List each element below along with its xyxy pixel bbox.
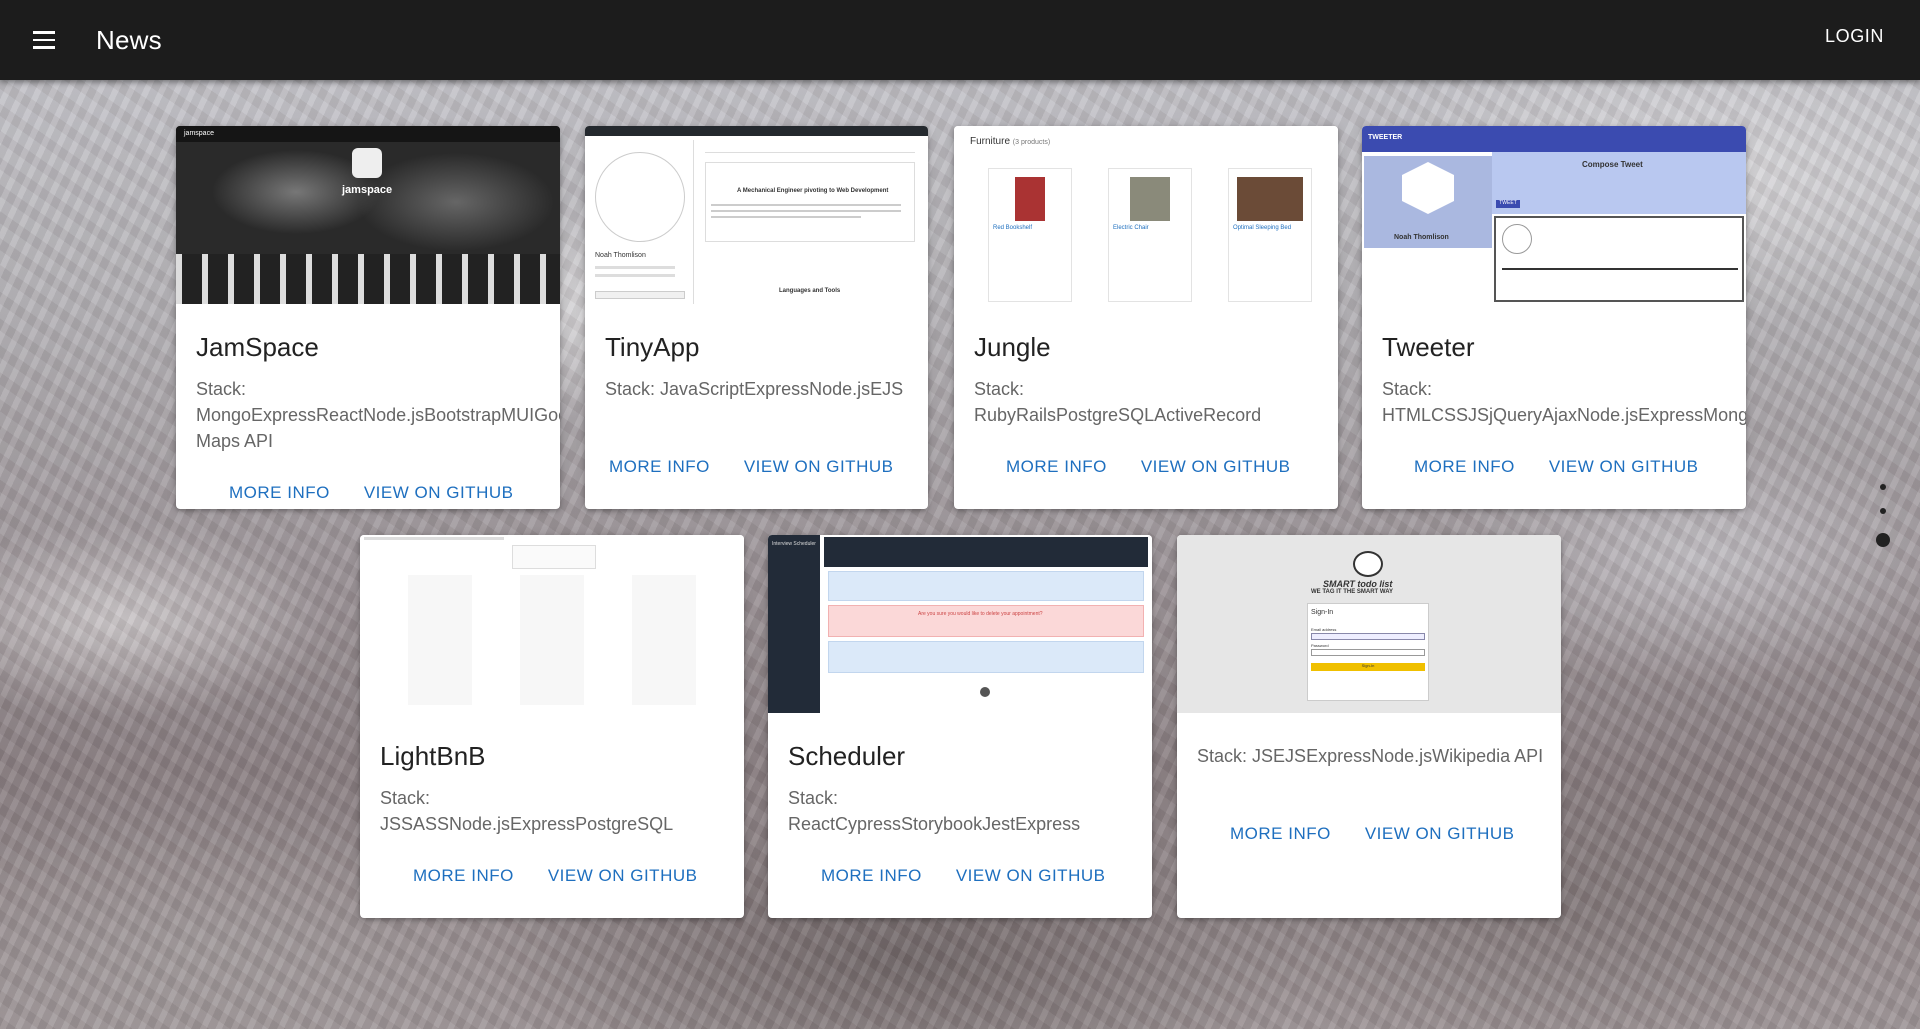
preview-header: Furniture (3 products): [970, 136, 1051, 147]
view-on-github-button[interactable]: VIEW ON GITHUB: [1129, 451, 1303, 483]
card-stack-value: JSEJSExpressNode.jsWikipedia API: [1252, 746, 1544, 766]
view-on-github-button[interactable]: VIEW ON GITHUB: [1537, 451, 1711, 483]
card-stack-label: Stack:: [605, 379, 656, 399]
project-screenshot[interactable]: jamspace jamspace: [176, 126, 560, 304]
card-stack-label: Stack:: [974, 379, 1025, 399]
project-screenshot[interactable]: TWEETER Noah Thomlison Compose Tweet TWE…: [1362, 126, 1746, 304]
view-on-github-button[interactable]: VIEW ON GITHUB: [944, 860, 1118, 892]
app-bar: News LOGIN: [0, 0, 1920, 80]
more-info-button[interactable]: MORE INFO: [994, 451, 1119, 483]
card-stack-label: Stack:: [788, 788, 839, 808]
card-stack-value: JavaScriptExpressNode.jsEJS: [660, 379, 904, 399]
card-title: JamSpace: [196, 332, 319, 362]
more-info-button[interactable]: MORE INFO: [401, 860, 526, 892]
project-screenshot[interactable]: [360, 535, 744, 713]
view-on-github-button[interactable]: VIEW ON GITHUB: [352, 477, 526, 509]
project-card-smart-todo: SMART todo list WE TAG IT THE SMART WAY …: [1177, 535, 1561, 918]
card-title: Scheduler: [788, 741, 906, 771]
pagination-dot-2[interactable]: [1880, 508, 1886, 514]
card-title: Jungle: [974, 332, 1051, 362]
project-screenshot[interactable]: Furniture (3 products) Red Bookshelf Ele…: [954, 126, 1338, 304]
project-card-lightbnb: LightBnB Stack: JSSASSNode.jsExpressPost…: [360, 535, 744, 918]
card-stack-label: Stack:: [380, 788, 431, 808]
card-title: Tweeter: [1382, 332, 1475, 362]
card-stack: Stack: JavaScriptExpressNode.jsEJS: [605, 376, 925, 402]
more-info-button[interactable]: MORE INFO: [597, 451, 722, 483]
card-stack-label: Stack:: [1197, 746, 1248, 766]
more-info-button[interactable]: MORE INFO: [217, 477, 342, 509]
project-card-tweeter: TWEETER Noah Thomlison Compose Tweet TWE…: [1362, 126, 1746, 509]
card-stack-value: RubyRailsPostgreSQLActiveRecord: [974, 405, 1262, 425]
card-actions: MORE INFO VIEW ON GITHUB: [1402, 451, 1710, 483]
pagination-dot-3-active[interactable]: [1876, 533, 1890, 547]
card-title: TinyApp: [605, 332, 700, 362]
view-on-github-button[interactable]: VIEW ON GITHUB: [732, 451, 906, 483]
view-on-github-button[interactable]: VIEW ON GITHUB: [536, 860, 710, 892]
card-stack-value: MongoExpressReactNode.jsBootstrapMUIGoog…: [196, 405, 560, 451]
card-actions: MORE INFO VIEW ON GITHUB: [401, 860, 709, 892]
card-actions: MORE INFO VIEW ON GITHUB: [994, 451, 1302, 483]
login-button[interactable]: LOGIN: [1825, 26, 1884, 47]
view-on-github-button[interactable]: VIEW ON GITHUB: [1353, 818, 1527, 850]
card-stack-label: Stack:: [1382, 379, 1433, 399]
card-actions: MORE INFO VIEW ON GITHUB: [809, 860, 1117, 892]
project-screenshot[interactable]: Interview Scheduler Are you sure you wou…: [768, 535, 1152, 713]
pagination-dot-1[interactable]: [1880, 484, 1886, 490]
project-card-scheduler: Interview Scheduler Are you sure you wou…: [768, 535, 1152, 918]
card-stack-value: ReactCypressStorybookJestExpress: [788, 814, 1081, 834]
card-actions: MORE INFO VIEW ON GITHUB: [217, 477, 525, 509]
card-stack: Stack: JSEJSExpressNode.jsWikipedia API: [1197, 743, 1561, 769]
menu-icon[interactable]: [20, 16, 68, 64]
project-card-tinyapp: Noah Thomlison A Mechanical Engineer piv…: [585, 126, 928, 509]
more-info-button[interactable]: MORE INFO: [1402, 451, 1527, 483]
project-screenshot[interactable]: Noah Thomlison A Mechanical Engineer piv…: [585, 126, 928, 304]
card-actions: MORE INFO VIEW ON GITHUB: [597, 451, 905, 483]
app-title: News: [96, 24, 162, 55]
project-card-jungle: Furniture (3 products) Red Bookshelf Ele…: [954, 126, 1338, 509]
card-actions: MORE INFO VIEW ON GITHUB: [1218, 818, 1526, 850]
more-info-button[interactable]: MORE INFO: [809, 860, 934, 892]
card-stack-label: Stack:: [196, 379, 247, 399]
card-stack-value: HTMLCSSJSjQueryAjaxNode.jsExpressMongoDB: [1382, 405, 1746, 425]
more-info-button[interactable]: MORE INFO: [1218, 818, 1343, 850]
project-card-jamspace: jamspace jamspace JamSpace Stack: MongoE…: [176, 126, 560, 509]
card-stack-value: JSSASSNode.jsExpressPostgreSQL: [380, 814, 674, 834]
project-screenshot[interactable]: SMART todo list WE TAG IT THE SMART WAY …: [1177, 535, 1561, 713]
card-title: LightBnB: [380, 741, 486, 771]
